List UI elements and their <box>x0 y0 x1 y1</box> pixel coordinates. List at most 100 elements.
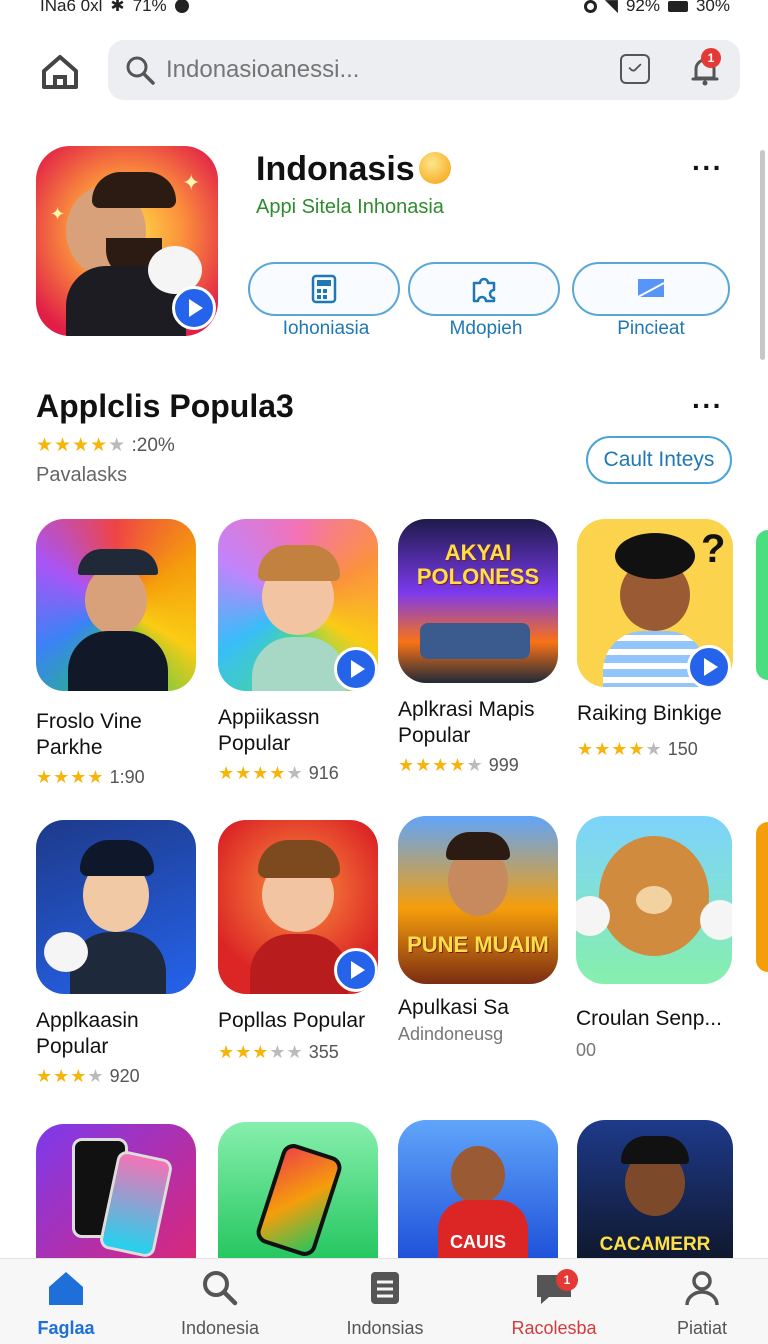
app-card[interactable]: CAUIS <box>398 1120 568 1264</box>
signal-percent: 71% <box>132 0 167 15</box>
home-button[interactable] <box>38 50 82 94</box>
notification-badge: 1 <box>556 1269 578 1291</box>
rating-count: 920 <box>109 1066 140 1086</box>
section-title: Applclis Popula3 <box>36 388 294 424</box>
star-rating-icon: ★★★★ <box>36 1066 105 1086</box>
app-icon[interactable]: CAUIS <box>398 1120 558 1264</box>
section-more-icon[interactable]: ··· <box>692 390 723 422</box>
suit-shape <box>68 631 168 691</box>
app-card[interactable] <box>36 1124 206 1264</box>
star-rating-icon: ★★★★★ <box>398 755 484 775</box>
app-name: Raiking Binkige <box>577 702 722 725</box>
scan-icon[interactable] <box>620 54 650 84</box>
search-input[interactable] <box>166 52 586 88</box>
app-subtitle: 00 <box>576 1040 597 1060</box>
indicator-dot-icon <box>174 0 189 13</box>
app-card[interactable]: PUNE MUAIM Apulkasi Sa Adindoneusg <box>398 816 568 1045</box>
nav-item-list[interactable]: Indonsias <box>315 1269 455 1339</box>
hair-shape <box>446 832 510 860</box>
nav-item-search[interactable]: Indonesia <box>150 1269 290 1339</box>
app-card[interactable]: Appiikassn Popular ★★★★★ 916 <box>218 519 388 784</box>
app-rating: ★★★★★ 150 <box>577 739 747 760</box>
battery-percent-a: 92% <box>625 0 660 15</box>
action-button-1[interactable] <box>248 262 400 316</box>
action-button-3[interactable] <box>572 262 730 316</box>
sparkle-icon: ✦ <box>50 204 66 224</box>
app-card[interactable]: ? Raiking Binkige ★★★★★ 150 <box>577 519 747 760</box>
app-icon[interactable] <box>218 1122 378 1264</box>
nav-label: Indonesia <box>180 1318 260 1338</box>
home-icon <box>42 55 78 89</box>
nav-item-home[interactable]: Faglaa <box>0 1269 136 1339</box>
hair-shape <box>92 172 176 208</box>
app-card[interactable]: AKYAI POLONESS Aplkrasi Mapis Popular ★★… <box>398 519 568 776</box>
flag-icon <box>637 279 665 298</box>
app-icon[interactable]: CACAMERR <box>577 1120 733 1264</box>
app-icon[interactable] <box>218 519 378 691</box>
app-icon[interactable] <box>36 1124 196 1264</box>
app-icon[interactable]: AKYAI POLONESS <box>398 519 558 683</box>
hair-shape <box>258 840 340 878</box>
action-label-2: Mdopieh <box>449 318 523 339</box>
shirt-shape <box>252 637 346 691</box>
search-icon <box>203 1271 238 1306</box>
app-icon[interactable] <box>218 820 378 994</box>
app-icon[interactable]: PUNE MUAIM <box>398 816 558 984</box>
featured-title-text: Indonasis <box>256 150 415 188</box>
section-action-button[interactable]: Cault Inteys <box>586 436 732 484</box>
rating-count: 355 <box>308 1042 339 1062</box>
app-icon[interactable] <box>576 816 732 984</box>
list-icon <box>371 1272 399 1304</box>
app-icon[interactable] <box>36 519 196 691</box>
play-icon[interactable] <box>334 948 378 992</box>
nav-label: Indonsias <box>346 1318 424 1338</box>
app-icon[interactable]: ? <box>577 519 733 687</box>
section-rating: ★★★★★ :20% <box>36 434 175 457</box>
app-banner-text: CACAMERR <box>599 1234 711 1255</box>
star-rating-icon: ★★★★★ <box>218 763 304 783</box>
play-icon[interactable] <box>687 645 731 687</box>
featured-app-icon[interactable]: ✦ ✦ <box>36 146 218 336</box>
app-card[interactable]: CACAMERR <box>577 1120 747 1264</box>
app-card[interactable]: Froslo Vine Parkhe ★★★★ 1:90 <box>36 519 206 788</box>
app-card[interactable] <box>218 1122 388 1264</box>
nav-item-profile[interactable]: Piatiat <box>632 1269 768 1339</box>
app-icon[interactable] <box>36 820 196 994</box>
nav-label: Piatiat <box>676 1318 728 1338</box>
cat-shape <box>576 896 610 936</box>
puzzle-icon <box>472 277 496 303</box>
cat-shape <box>700 900 732 940</box>
app-card[interactable]: Popllas Popular ★★★★★ 355 <box>218 820 388 1063</box>
app-card-partial[interactable] <box>756 822 768 972</box>
scrollbar[interactable] <box>760 150 765 360</box>
notification-badge: 1 <box>701 48 721 68</box>
star-rating-icon: ★★★★ <box>36 767 105 787</box>
network-icon: ✱ <box>110 0 125 15</box>
play-icon[interactable] <box>334 647 378 691</box>
cat-shape <box>44 932 88 972</box>
alarm-icon <box>583 0 597 13</box>
app-card[interactable]: Applkaasin Popular ★★★★ 920 <box>36 820 206 1087</box>
nav-item-messages[interactable]: 1 Racolesba <box>484 1269 624 1339</box>
featured-subtitle: Appi Sitela Inhonasia <box>256 196 444 218</box>
hair-shape <box>80 840 154 876</box>
app-name: Apulkasi Sa <box>398 996 509 1019</box>
app-subtitle: Adindoneusg <box>398 1024 504 1044</box>
avatar <box>85 565 147 635</box>
truck-shape <box>420 623 530 659</box>
app-name: Popllas Popular <box>218 1009 366 1032</box>
status-bar: INa6 0xl ✱ 71% ◥ 92% 30% <box>0 0 768 18</box>
hair-shape <box>615 533 695 579</box>
phone-shape <box>253 1140 345 1260</box>
app-rating: ★★★★★ 999 <box>398 755 568 776</box>
carrier-text: INa6 0xl <box>40 0 103 15</box>
app-card-partial[interactable] <box>756 530 768 680</box>
more-options-icon[interactable]: ··· <box>692 152 723 184</box>
action-button-2[interactable] <box>408 262 560 316</box>
app-card[interactable]: Croulan Senp... 00 <box>576 816 746 1061</box>
play-icon[interactable] <box>172 286 216 330</box>
cap-shape <box>78 549 158 575</box>
teddy-snout-shape <box>636 886 672 914</box>
bottom-navigation: Faglaa Indonesia Indonsias 1 Racolesba P… <box>0 1258 768 1344</box>
search-bar[interactable]: 1 <box>108 40 740 100</box>
